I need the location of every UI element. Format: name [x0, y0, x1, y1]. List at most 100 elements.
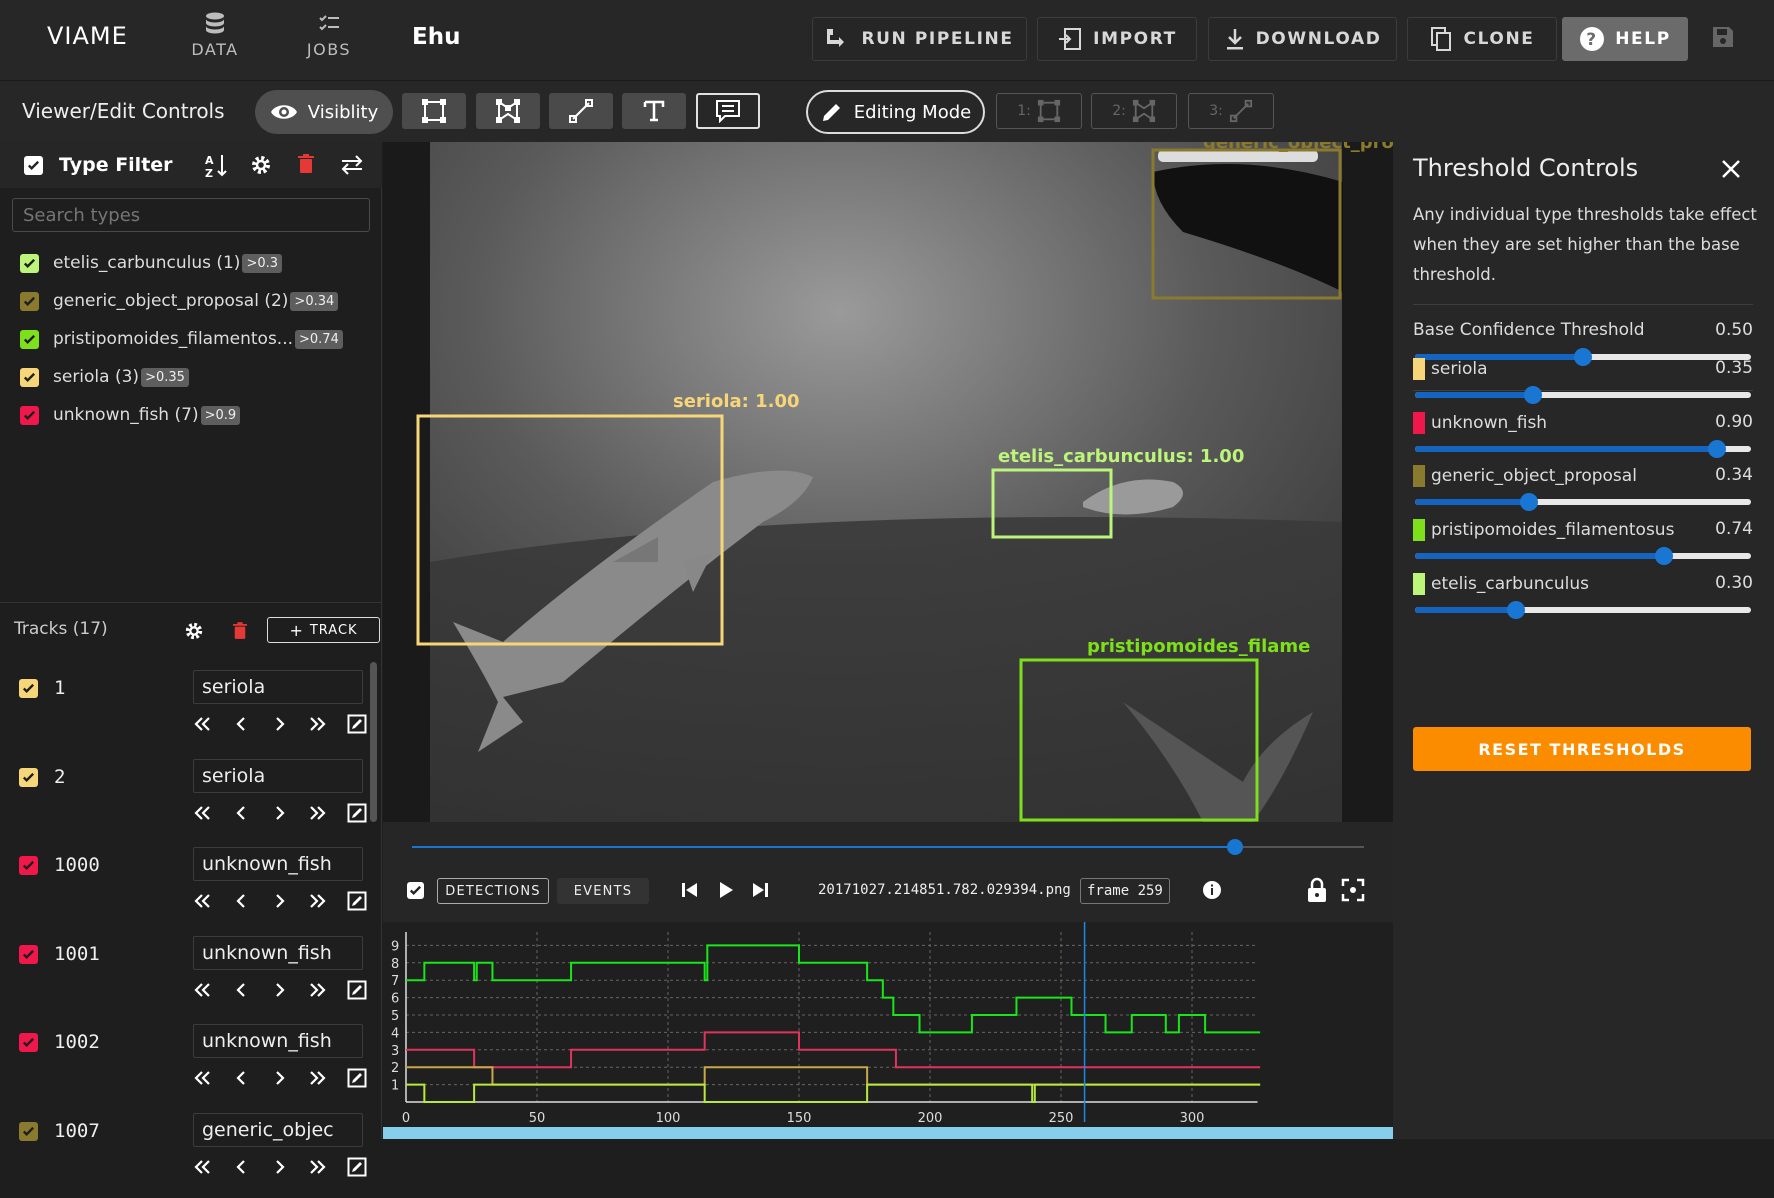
play-icon[interactable] — [716, 880, 736, 904]
skip-next-icon[interactable] — [750, 880, 770, 904]
track-checkbox[interactable] — [19, 856, 38, 875]
slider-knob[interactable] — [1523, 386, 1542, 404]
edit-icon[interactable] — [347, 714, 367, 738]
previous-icon[interactable] — [231, 803, 251, 827]
type-threshold-slider[interactable] — [1415, 547, 1751, 566]
previous-icon[interactable] — [231, 891, 251, 915]
track-row[interactable]: 1001 unknown_fish — [0, 933, 370, 1021]
track-checkbox[interactable] — [19, 679, 38, 698]
first-frame-icon[interactable] — [192, 803, 212, 827]
type-threshold-slider[interactable] — [1415, 600, 1751, 619]
nav-data-tab[interactable]: DATA — [170, 12, 260, 59]
sort-icon[interactable]: AZ — [205, 153, 231, 183]
polygon-mode-shortcut[interactable]: 2: — [1091, 93, 1177, 129]
track-type-select[interactable]: unknown_fish — [193, 935, 363, 970]
info-icon[interactable] — [1202, 880, 1222, 904]
delete-icon[interactable] — [298, 154, 314, 178]
delete-icon[interactable] — [233, 622, 247, 644]
rectangle-visibility-button[interactable] — [402, 93, 466, 129]
run-pipeline-button[interactable]: RUN PIPELINE — [812, 17, 1027, 61]
frame-slider-knob[interactable] — [1227, 839, 1244, 855]
last-frame-icon[interactable] — [308, 1068, 328, 1092]
swap-icon[interactable] — [340, 155, 364, 179]
type-filter-item[interactable]: seriola (3) >0.35 — [20, 364, 189, 390]
previous-icon[interactable] — [231, 980, 251, 1004]
track-type-select[interactable]: generic_objec — [193, 1112, 363, 1147]
track-type-select[interactable]: seriola — [193, 758, 363, 793]
line-mode-shortcut[interactable]: 3: — [1188, 93, 1274, 129]
type-filter-item[interactable]: generic_object_proposal (2) >0.34 — [20, 288, 339, 314]
track-row[interactable]: 1007 generic_objec — [0, 1110, 370, 1198]
gear-icon[interactable] — [184, 621, 204, 645]
track-row[interactable]: 1 seriola — [0, 667, 370, 755]
track-row[interactable]: 2 seriola — [0, 756, 370, 844]
type-threshold-slider[interactable] — [1415, 439, 1751, 458]
search-types-input[interactable] — [12, 198, 370, 232]
timeline-checkbox[interactable] — [407, 882, 424, 899]
rectangle-mode-shortcut[interactable]: 1: — [996, 93, 1082, 129]
type-filter-checkbox[interactable] — [24, 156, 43, 175]
edit-icon[interactable] — [347, 891, 367, 915]
edit-icon[interactable] — [347, 1157, 367, 1181]
type-checkbox[interactable] — [20, 367, 39, 387]
next-icon[interactable] — [270, 980, 290, 1004]
slider-knob[interactable] — [1654, 547, 1673, 566]
events-tab[interactable]: EVENTS — [557, 878, 649, 904]
edit-icon[interactable] — [347, 1068, 367, 1092]
next-icon[interactable] — [270, 803, 290, 827]
first-frame-icon[interactable] — [192, 980, 212, 1004]
edit-icon[interactable] — [347, 803, 367, 827]
save-icon[interactable] — [1711, 25, 1735, 53]
lock-icon[interactable] — [1306, 877, 1328, 907]
previous-icon[interactable] — [231, 714, 251, 738]
polygon-visibility-button[interactable] — [476, 93, 540, 129]
type-checkbox[interactable] — [20, 329, 39, 349]
track-checkbox[interactable] — [19, 1033, 38, 1052]
last-frame-icon[interactable] — [308, 1157, 328, 1181]
tooltip-visibility-button[interactable] — [696, 93, 760, 129]
last-frame-icon[interactable] — [308, 891, 328, 915]
clone-button[interactable]: CLONE — [1407, 17, 1557, 61]
last-frame-icon[interactable] — [308, 803, 328, 827]
help-button[interactable]: ? HELP — [1562, 17, 1688, 61]
first-frame-icon[interactable] — [192, 714, 212, 738]
track-type-select[interactable]: seriola — [193, 670, 363, 704]
last-frame-icon[interactable] — [308, 980, 328, 1004]
app-brand[interactable]: VIAME — [47, 22, 128, 50]
next-icon[interactable] — [270, 891, 290, 915]
detection-timeline-chart[interactable]: 1 2 3 4 5 6 7 8 9 0 50 100 150 200 250 300 — [383, 922, 1393, 1139]
close-icon[interactable] — [1719, 157, 1743, 185]
type-filter-item[interactable]: etelis_carbunculus (1) >0.3 — [20, 250, 283, 276]
nav-jobs-tab[interactable]: JOBS — [284, 12, 374, 59]
track-type-select[interactable]: unknown_fish — [193, 847, 363, 881]
type-threshold-slider[interactable] — [1415, 493, 1751, 512]
track-checkbox[interactable] — [19, 1121, 38, 1141]
download-button[interactable]: DOWNLOAD — [1208, 17, 1397, 61]
line-visibility-button[interactable] — [549, 93, 613, 129]
next-icon[interactable] — [270, 1157, 290, 1181]
type-checkbox[interactable] — [20, 253, 39, 273]
first-frame-icon[interactable] — [192, 1068, 212, 1092]
track-row[interactable]: 1002 unknown_fish — [0, 1021, 370, 1109]
detections-tab[interactable]: DETECTIONS — [437, 878, 549, 904]
track-row[interactable]: 1000 unknown_fish — [0, 844, 370, 932]
type-checkbox[interactable] — [20, 405, 39, 425]
timeline-scroll-bar[interactable] — [383, 1127, 1393, 1139]
center-focus-icon[interactable] — [1341, 878, 1365, 906]
edit-icon[interactable] — [347, 980, 367, 1004]
frame-slider-track[interactable] — [412, 839, 1364, 855]
editing-mode-button[interactable]: Editing Mode — [806, 90, 985, 134]
import-button[interactable]: IMPORT — [1037, 17, 1197, 61]
first-frame-icon[interactable] — [192, 1157, 212, 1181]
reset-thresholds-button[interactable]: RESET THRESHOLDS — [1413, 727, 1751, 771]
next-icon[interactable] — [270, 1068, 290, 1092]
gear-icon[interactable] — [250, 154, 272, 180]
track-checkbox[interactable] — [19, 944, 38, 964]
skip-previous-icon[interactable] — [680, 880, 700, 904]
type-checkbox[interactable] — [20, 291, 39, 311]
add-track-button[interactable]: + TRACK — [267, 617, 380, 643]
next-icon[interactable] — [270, 714, 290, 738]
track-checkbox[interactable] — [19, 767, 38, 787]
first-frame-icon[interactable] — [192, 891, 212, 915]
text-visibility-button[interactable] — [622, 93, 686, 129]
